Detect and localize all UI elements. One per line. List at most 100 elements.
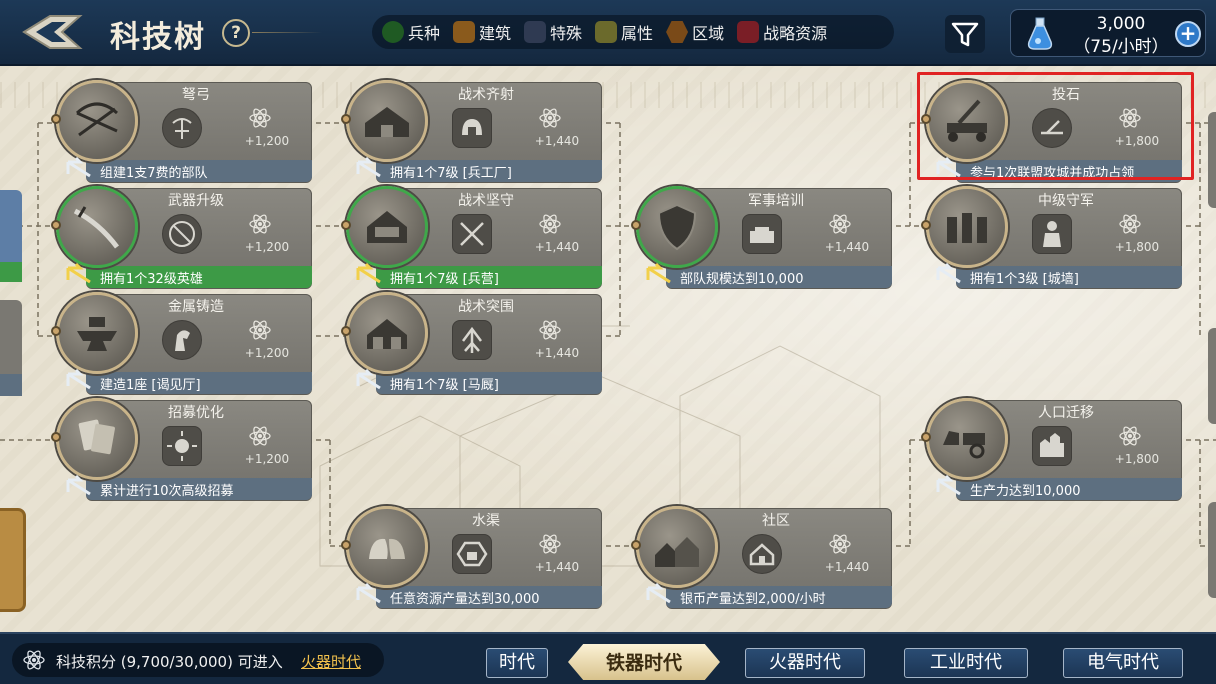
tech-node-population-migration[interactable]: 人口迁移 +1,800 生产力达到10,000 — [921, 398, 1182, 503]
node-cost-value: +1,440 — [824, 240, 870, 254]
node-type-badge — [162, 108, 202, 148]
legend-item-attribute[interactable]: 属性 — [595, 20, 653, 44]
node-cost: +1,800 — [1098, 212, 1176, 258]
arrows-up-icon — [462, 326, 482, 353]
score-text: 科技积分 (9,700/30,000) 可进入 — [56, 653, 283, 671]
node-name: 战术突围 — [458, 299, 514, 315]
node-cost-value: +1,440 — [534, 560, 580, 574]
offscreen-node-left-2[interactable] — [0, 300, 22, 396]
node-name: 金属铸造 — [168, 299, 224, 315]
node-type-badge — [452, 214, 492, 254]
node-cost: +1,200 — [228, 212, 306, 258]
connector-dot — [51, 432, 61, 442]
unlock-arrow-icon — [66, 474, 91, 496]
tech-tree-canvas[interactable]: 弩弓 +1,200 组建1支7费的部队 武器升级 +1,200 拥有1个32级英… — [0, 66, 1216, 632]
node-portrait — [346, 506, 428, 588]
horse-head-icon — [175, 330, 190, 351]
tech-node-community[interactable]: 社区 +1,440 银币产量达到2,000/小时 — [631, 506, 892, 611]
tab-industrial-age[interactable]: 工业时代 — [904, 648, 1028, 678]
tech-node-tactical-hold[interactable]: 战术坚守 +1,440 拥有1个7级 [兵营] — [341, 186, 602, 291]
legend-item-units[interactable]: 兵种 — [382, 20, 440, 44]
era-gate-icon[interactable] — [0, 508, 26, 612]
legend-item-building[interactable]: 建筑 — [453, 20, 511, 44]
add-button[interactable]: + — [1175, 21, 1201, 47]
atom-icon — [249, 108, 271, 128]
node-cost-value: +1,200 — [244, 134, 290, 148]
legend-label: 特殊 — [550, 24, 583, 43]
back-icon[interactable] — [20, 12, 84, 52]
atom-icon — [249, 320, 271, 340]
tab-prev-era[interactable]: 时代 — [486, 648, 548, 678]
tab-firearm-age[interactable]: 火器时代 — [745, 648, 865, 678]
offscreen-node-left-1[interactable] — [0, 190, 22, 282]
help-icon[interactable]: ? — [222, 19, 250, 47]
node-requirement: 拥有1个7级 [兵工厂] — [390, 166, 512, 181]
node-requirement: 累计进行10次高级招募 — [100, 484, 234, 499]
unlock-arrow-icon — [356, 368, 381, 390]
tech-score: 科技积分 (9,700/30,000) 可进入 火器时代 — [12, 643, 384, 677]
filter-icon[interactable] — [945, 15, 985, 53]
tech-node-crossbow[interactable]: 弩弓 +1,200 组建1支7费的部队 — [51, 80, 312, 185]
atom-icon — [829, 214, 851, 234]
tech-node-mid-garrison[interactable]: 中级守军 +1,800 拥有1个3级 [城墙] — [921, 186, 1182, 291]
node-cost-value: +1,200 — [244, 452, 290, 466]
node-requirement: 部队规模达到10,000 — [680, 272, 804, 287]
node-name: 军事培训 — [748, 193, 804, 209]
tech-node-tactical-breakout[interactable]: 战术突围 +1,440 拥有1个7级 [马厩] — [341, 292, 602, 397]
legend-item-region[interactable]: 区域 — [666, 20, 724, 44]
flask-icon — [1027, 17, 1053, 50]
research-resource: 3,000 （75/小时） + — [1010, 9, 1206, 57]
unlock-arrow-icon — [66, 156, 91, 178]
unlock-arrow-icon — [646, 582, 671, 604]
node-requirement: 任意资源产量达到30,000 — [390, 592, 540, 607]
tech-node-weapon-upgrade[interactable]: 武器升级 +1,200 拥有1个32级英雄 — [51, 186, 312, 291]
sun-icon — [167, 431, 197, 461]
node-portrait — [56, 186, 138, 268]
node-type-badge — [452, 534, 492, 574]
resource-amount: 3,000 — [1096, 14, 1146, 34]
connector-dot — [51, 114, 61, 124]
crossbow-icon — [75, 102, 119, 137]
node-requirement: 生产力达到10,000 — [970, 484, 1081, 499]
next-era-link[interactable]: 火器时代 — [301, 651, 361, 672]
node-cost: +1,200 — [228, 106, 306, 152]
atom-icon — [539, 320, 561, 340]
tech-node-metal-casting[interactable]: 金属铸造 +1,200 建造1座 [谒见厅] — [51, 292, 312, 397]
offscreen-node-right-2[interactable] — [1208, 328, 1216, 424]
tab-iron-age[interactable]: 铁器时代 — [568, 644, 720, 680]
sword-icon — [73, 206, 119, 249]
legend-label: 战略资源 — [763, 24, 828, 43]
atom-icon — [829, 534, 851, 554]
tab-electric-age[interactable]: 电气时代 — [1063, 648, 1183, 678]
atom-icon — [539, 214, 561, 234]
legend-item-special[interactable]: 特殊 — [524, 20, 582, 44]
node-name: 水渠 — [472, 513, 500, 529]
fort-icon — [750, 227, 774, 243]
node-requirement: 拥有1个7级 [马厩] — [390, 378, 499, 393]
helmet-icon — [462, 119, 482, 135]
atom-icon — [23, 650, 45, 670]
node-cost-value: +1,440 — [534, 346, 580, 360]
tech-node-tactical-volley[interactable]: 战术齐射 +1,440 拥有1个7级 [兵工厂] — [341, 80, 602, 185]
node-portrait — [636, 506, 718, 588]
tech-node-military-training[interactable]: 军事培训 +1,440 部队规模达到10,000 — [631, 186, 892, 291]
node-type-badge — [1032, 214, 1072, 254]
offscreen-node-right-1[interactable] — [1208, 112, 1216, 208]
city-icon — [1040, 433, 1064, 457]
node-portrait — [636, 186, 718, 268]
houses-icon — [655, 537, 699, 567]
tech-node-recruit-optimize[interactable]: 招募优化 +1,200 累计进行10次高级招募 — [51, 398, 312, 503]
legend-item-strategic[interactable]: 战略资源 — [737, 20, 827, 44]
category-legend: 兵种 建筑 特殊 属性 区域 战略资源 — [372, 15, 894, 49]
shield-icon — [657, 203, 697, 251]
connector-dot — [631, 220, 641, 230]
node-type-badge — [1032, 426, 1072, 466]
offscreen-node-right-3[interactable] — [1208, 502, 1216, 598]
connector-dot — [51, 220, 61, 230]
tech-node-aqueduct[interactable]: 水渠 +1,440 任意资源产量达到30,000 — [341, 506, 602, 611]
node-requirement: 拥有1个7级 [兵营] — [390, 272, 499, 287]
attribute-swatch-icon — [595, 21, 618, 43]
barracks-icon — [367, 211, 407, 243]
armory-icon — [365, 107, 409, 137]
unlock-arrow-icon — [936, 262, 961, 284]
